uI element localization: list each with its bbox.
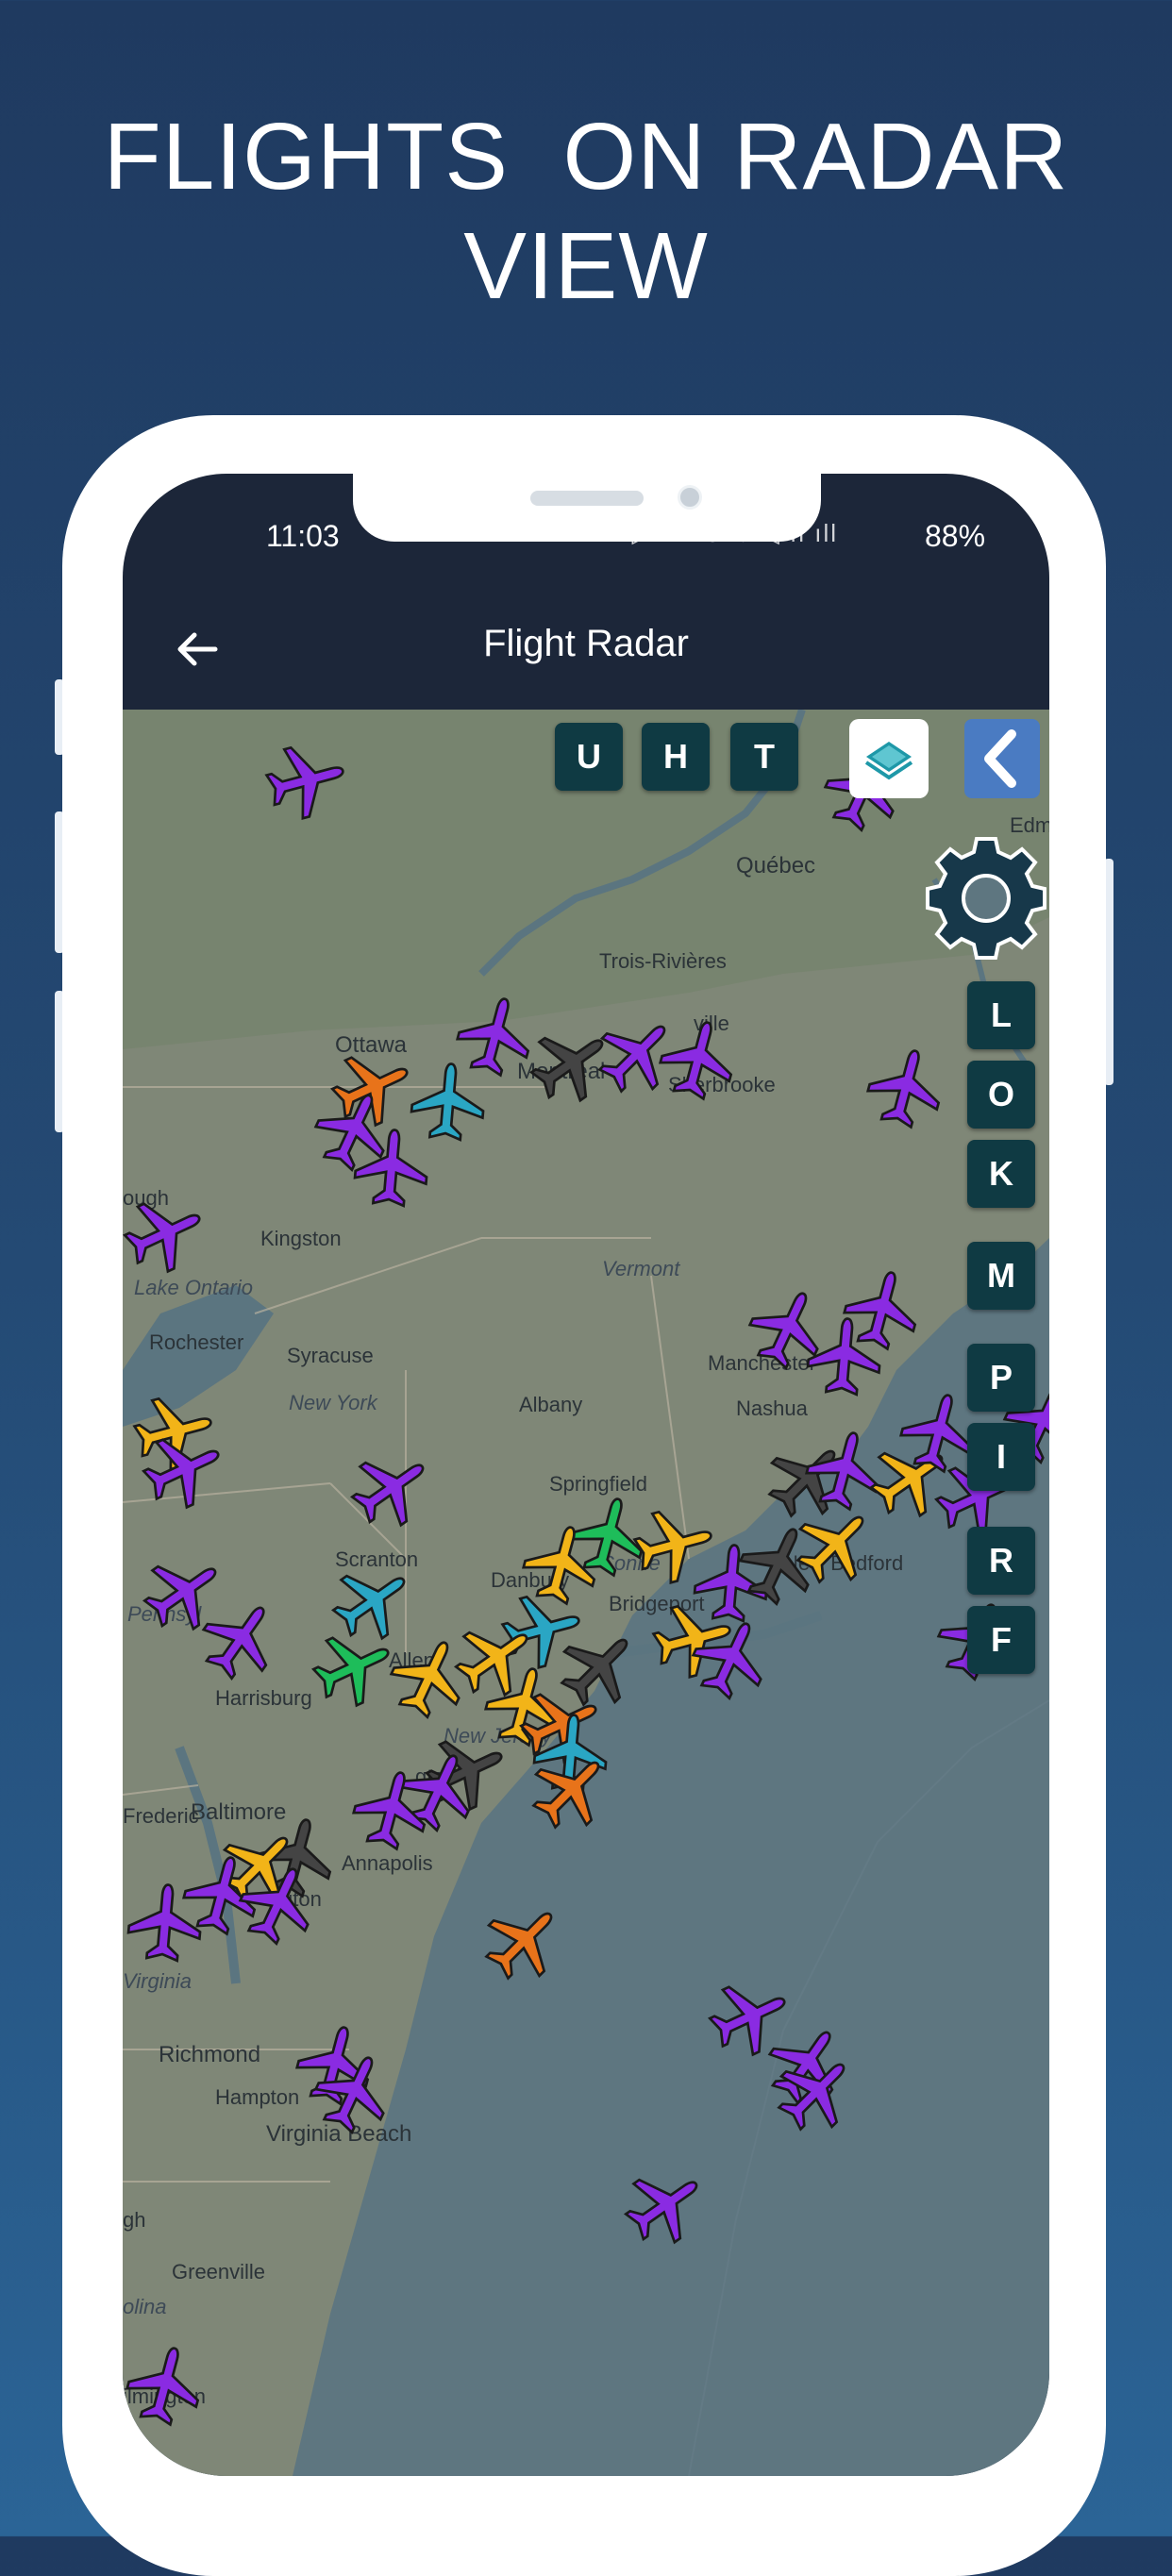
- map-label: Trois-Rivières: [599, 949, 727, 973]
- map-label: Kingston: [260, 1227, 342, 1250]
- map-label: Frederic: [123, 1804, 199, 1828]
- map-button-p[interactable]: P: [967, 1344, 1035, 1412]
- map-label: Annapolis: [342, 1851, 433, 1875]
- collapse-panel-button[interactable]: [964, 719, 1040, 798]
- map-button-l[interactable]: L: [967, 981, 1035, 1049]
- aircraft-icon[interactable]: [656, 1016, 741, 1101]
- map-label: New York: [289, 1391, 377, 1414]
- map-button-h[interactable]: H: [642, 723, 710, 791]
- aircraft-icon[interactable]: [793, 1502, 878, 1587]
- map-label: gh: [123, 2208, 146, 2232]
- aircraft-icon[interactable]: [123, 2342, 208, 2427]
- aircraft-icon[interactable]: [123, 1880, 208, 1965]
- aircraft-icon[interactable]: [802, 1313, 887, 1398]
- app-title: Flight Radar: [483, 623, 689, 664]
- aircraft-icon[interactable]: [528, 1748, 613, 1832]
- status-time: 11:03: [266, 519, 340, 553]
- map-button-k[interactable]: K: [967, 1140, 1035, 1208]
- map-label: Greenville: [172, 2260, 266, 2283]
- phone-notch: [353, 474, 821, 542]
- aircraft-icon[interactable]: [774, 2049, 859, 2134]
- aircraft-icon[interactable]: [387, 1634, 472, 1719]
- aircraft-icon[interactable]: [481, 1899, 566, 1983]
- headline-line-1: FLIGHTS ON RADAR: [103, 104, 1069, 209]
- promo-headline: FLIGHTS ON RADAR VIEW: [0, 102, 1172, 321]
- aircraft-icon[interactable]: [623, 2163, 708, 2248]
- map-button-u[interactable]: U: [555, 723, 623, 791]
- aircraft-icon[interactable]: [349, 1446, 434, 1531]
- battery-level: 88%: [925, 519, 986, 553]
- map-label: Rochester: [149, 1330, 244, 1354]
- aircraft-icon[interactable]: [863, 1045, 948, 1129]
- chevron-left-icon: [984, 729, 1016, 788]
- radar-map[interactable]: Québec Edm Trois-Rivières ville Ottawa M…: [123, 710, 1049, 2476]
- front-camera: [678, 485, 702, 510]
- aircraft-icon[interactable]: [123, 1191, 208, 1276]
- map-label: Edm: [1010, 813, 1049, 837]
- map-label: Vermont: [602, 1257, 680, 1280]
- aircraft-icon[interactable]: [311, 2049, 396, 2134]
- map-label: Harrisburg: [215, 1686, 312, 1710]
- aircraft-icon[interactable]: [349, 1125, 434, 1210]
- gear-icon: [926, 837, 1046, 960]
- map-label: Hampton: [215, 2085, 300, 2109]
- layers-icon: [864, 742, 913, 780]
- map-button-m[interactable]: M: [967, 1242, 1035, 1310]
- aircraft-icon[interactable]: [142, 1427, 226, 1512]
- layers-button[interactable]: [849, 719, 929, 798]
- map-label: Richmond: [159, 2042, 261, 2067]
- settings-button[interactable]: [925, 837, 1047, 960]
- aircraft-icon[interactable]: [349, 1766, 434, 1851]
- aircraft-icon[interactable]: [689, 1615, 774, 1700]
- map-label: Nashua: [736, 1397, 808, 1420]
- map-button-r[interactable]: R: [967, 1527, 1035, 1595]
- map-button-i[interactable]: I: [967, 1423, 1035, 1491]
- map-label: Virginia: [123, 1969, 192, 1993]
- map-label: Albany: [519, 1393, 583, 1416]
- aircraft-icon[interactable]: [198, 1597, 283, 1681]
- map-button-o[interactable]: O: [967, 1061, 1035, 1129]
- aircraft-icon[interactable]: [236, 1861, 321, 1946]
- headline-line-2: VIEW: [463, 213, 709, 319]
- map-label: Lake Ontario: [134, 1276, 253, 1299]
- map-button-t[interactable]: T: [730, 723, 798, 791]
- aircraft-icon[interactable]: [264, 738, 349, 823]
- speaker-grille: [530, 491, 644, 506]
- map-label: Québec: [736, 853, 816, 878]
- map-label: Syracuse: [287, 1344, 374, 1367]
- phone-screen: 11:03 ⚡ ▷ KB/s ⇅ ◁ ıl ıll 88% Flight Rad…: [123, 474, 1049, 2476]
- map-button-f[interactable]: F: [967, 1606, 1035, 1674]
- map-label: olina: [123, 2295, 167, 2318]
- app-bar: Flight Radar: [123, 587, 1049, 710]
- aircraft-icon[interactable]: [311, 1625, 396, 1710]
